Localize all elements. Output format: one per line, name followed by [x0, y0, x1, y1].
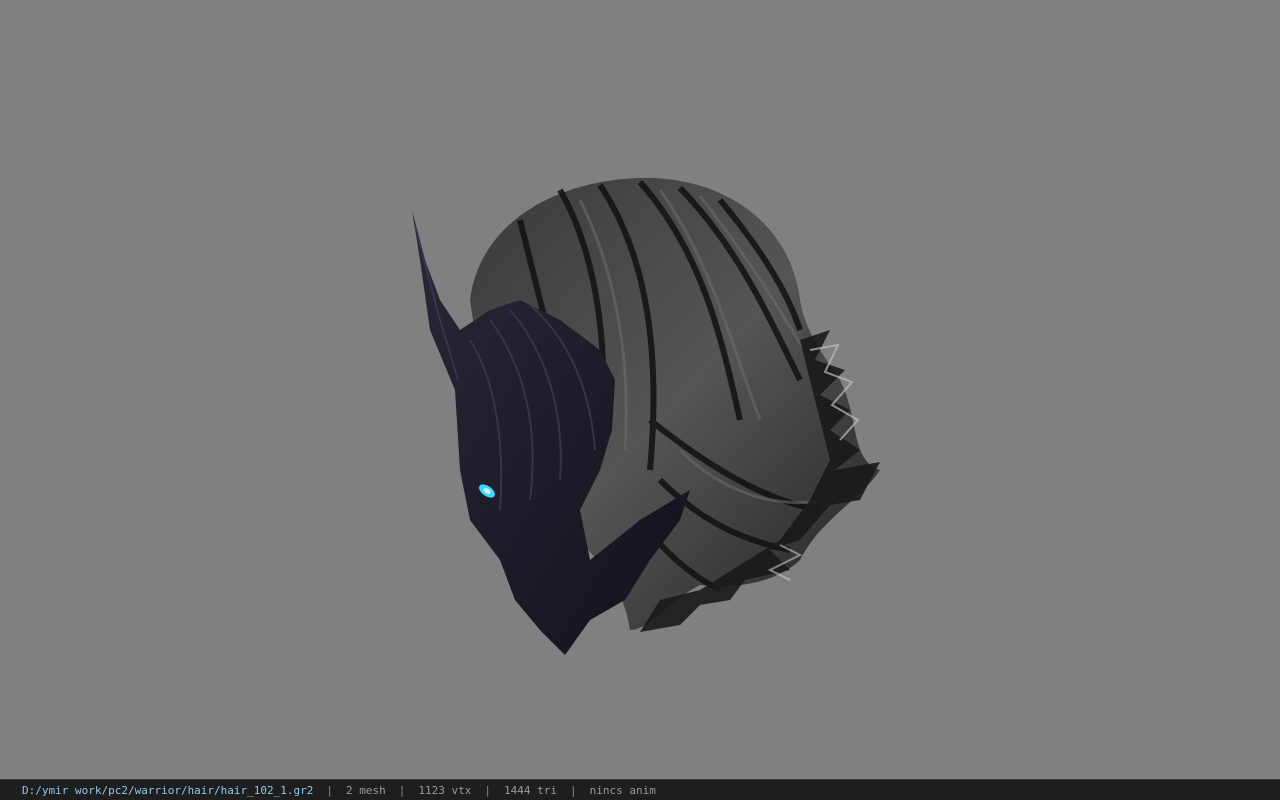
separator: |: [398, 783, 406, 797]
file-path: D:/ymir work/pc2/warrior/hair/hair_102_1…: [22, 783, 314, 797]
separator: |: [484, 783, 492, 797]
separator: |: [326, 783, 334, 797]
vertex-count: 1123 vtx: [418, 783, 472, 797]
mesh-count: 2 mesh: [346, 783, 386, 797]
model-render: [412, 177, 880, 655]
separator: |: [570, 783, 577, 797]
status-bar: D:/ymir work/pc2/warrior/hair/hair_102_1…: [0, 779, 1280, 800]
triangle-count: 1444 tri: [504, 783, 557, 797]
animation-status: nincs anim: [589, 783, 656, 797]
3d-viewport[interactable]: [0, 0, 1280, 779]
